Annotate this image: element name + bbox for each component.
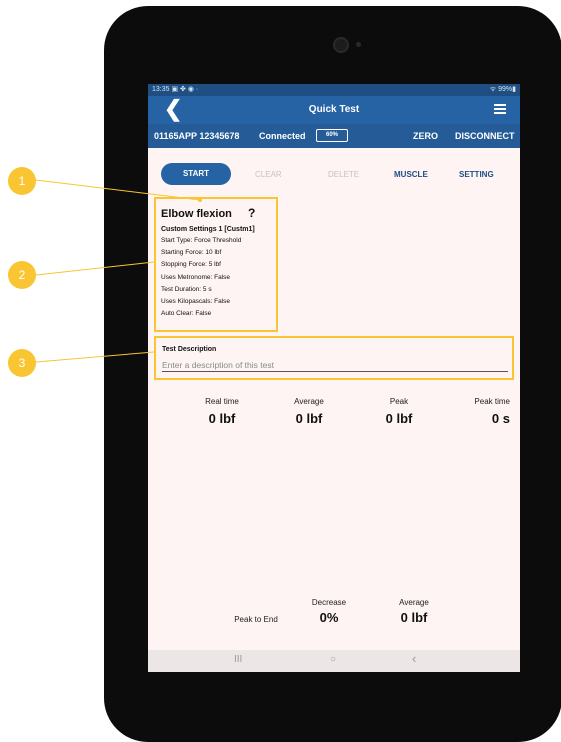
- stat-value-average: 0 lbf: [295, 411, 323, 426]
- stat-label-peak-time: Peak time: [474, 397, 510, 406]
- page-title: Quick Test: [308, 104, 360, 115]
- callout-badge-2: 2: [8, 261, 36, 289]
- status-bar: 13:35 ▣ ✤ ◉ · ᯤ 99%▮: [148, 84, 520, 96]
- connection-status: Connected: [259, 131, 306, 141]
- muscle-button[interactable]: MUSCLE: [394, 170, 428, 179]
- summary-average-label: Average: [399, 598, 429, 607]
- stat-label-peak: Peak: [389, 397, 409, 406]
- device-bar: 01165APP 12345678 Connected 60% ZERO DIS…: [148, 124, 520, 148]
- recents-icon[interactable]: III: [234, 654, 242, 665]
- zero-button[interactable]: ZERO: [413, 131, 438, 141]
- camera-icon: [333, 37, 349, 53]
- callout-badge-1: 1: [8, 167, 36, 195]
- highlight-box-settings: [154, 197, 278, 332]
- status-time: 13:35 ▣ ✤ ◉ ·: [152, 86, 199, 93]
- disconnect-button[interactable]: DISCONNECT: [455, 131, 515, 141]
- title-bar: ❮ Quick Test: [148, 96, 520, 124]
- summary-average-value: 0 lbf: [400, 610, 428, 625]
- nav-back-icon[interactable]: ‹: [412, 651, 416, 666]
- hamburger-menu-icon[interactable]: [494, 104, 506, 116]
- peak-to-end-label: Peak to End: [234, 615, 278, 624]
- highlight-box-description: [154, 336, 514, 380]
- callout-badge-3: 3: [8, 349, 36, 377]
- setting-button[interactable]: SETTING: [459, 170, 494, 179]
- device-id: 01165APP 12345678: [154, 131, 240, 141]
- stat-value-peak: 0 lbf: [385, 411, 413, 426]
- status-battery: ᯤ 99%▮: [489, 86, 516, 93]
- home-icon[interactable]: ○: [330, 654, 336, 665]
- delete-button[interactable]: DELETE: [328, 170, 359, 179]
- sensor-icon: [356, 42, 361, 47]
- clear-button[interactable]: CLEAR: [255, 170, 282, 179]
- stat-value-peak-time: 0 s: [491, 411, 510, 426]
- stat-label-real-time: Real time: [205, 397, 239, 406]
- decrease-label: Decrease: [311, 598, 347, 607]
- action-row: START CLEAR DELETE MUSCLE SETTING: [148, 163, 520, 185]
- stat-value-real-time: 0 lbf: [208, 411, 236, 426]
- device-battery-badge: 60%: [316, 129, 348, 142]
- start-button[interactable]: START: [161, 163, 231, 185]
- system-nav-bar: III ○ ‹: [148, 650, 520, 672]
- stat-label-average: Average: [294, 397, 324, 406]
- decrease-value: 0%: [319, 610, 339, 625]
